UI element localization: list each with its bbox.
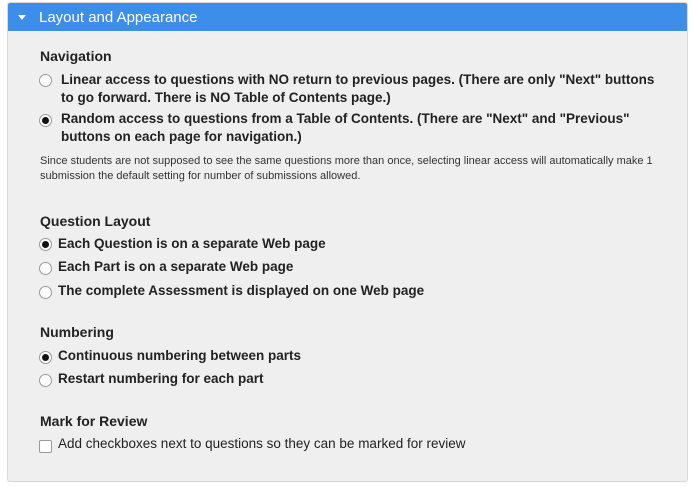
nav-option-linear[interactable]: Linear access to questions with NO retur… <box>39 71 679 107</box>
layout-option-complete[interactable]: The complete Assessment is displayed on … <box>39 282 424 300</box>
mark-for-review-checkbox[interactable] <box>39 440 52 453</box>
mark-for-review-option[interactable]: Add checkboxes next to questions so they… <box>39 435 465 453</box>
numbering-option-continuous[interactable]: Continuous numbering between parts <box>39 347 301 365</box>
layout-part-label: Each Part is on a separate Web page <box>58 259 294 274</box>
numbering-continuous-label: Continuous numbering between parts <box>58 348 302 363</box>
layout-complete-label: The complete Assessment is displayed on … <box>58 283 425 298</box>
caret-down-icon[interactable] <box>18 14 26 20</box>
navigation-note: Since students are not supposed to see t… <box>40 155 653 182</box>
layout-option-question[interactable]: Each Question is on a separate Web page <box>39 235 326 253</box>
layout-complete-radio[interactable] <box>39 286 52 299</box>
mark-for-review-heading: Mark for Review <box>40 413 148 429</box>
nav-linear-label: Linear access to questions with NO retur… <box>61 72 655 105</box>
layout-part-radio[interactable] <box>39 262 52 275</box>
panel-header[interactable]: Layout and Appearance <box>8 3 687 31</box>
question-layout-heading: Question Layout <box>40 213 151 229</box>
nav-linear-radio[interactable] <box>39 74 52 87</box>
numbering-continuous-radio[interactable] <box>39 351 52 364</box>
panel-title: Layout and Appearance <box>39 8 198 26</box>
numbering-restart-label: Restart numbering for each part <box>58 371 264 386</box>
numbering-restart-radio[interactable] <box>39 374 52 387</box>
nav-option-random[interactable]: Random access to questions from a Table … <box>39 110 679 146</box>
numbering-heading: Numbering <box>40 324 114 340</box>
nav-random-radio[interactable] <box>39 114 52 127</box>
layout-appearance-panel: Layout and Appearance Navigation Linear … <box>7 2 688 482</box>
layout-question-label: Each Question is on a separate Web page <box>58 236 326 251</box>
layout-question-radio[interactable] <box>39 238 52 251</box>
navigation-heading: Navigation <box>40 48 112 64</box>
numbering-option-restart[interactable]: Restart numbering for each part <box>39 370 264 388</box>
mark-for-review-label: Add checkboxes next to questions so they… <box>58 436 466 451</box>
layout-option-part[interactable]: Each Part is on a separate Web page <box>39 258 293 276</box>
nav-random-label: Random access to questions from a Table … <box>61 111 630 144</box>
